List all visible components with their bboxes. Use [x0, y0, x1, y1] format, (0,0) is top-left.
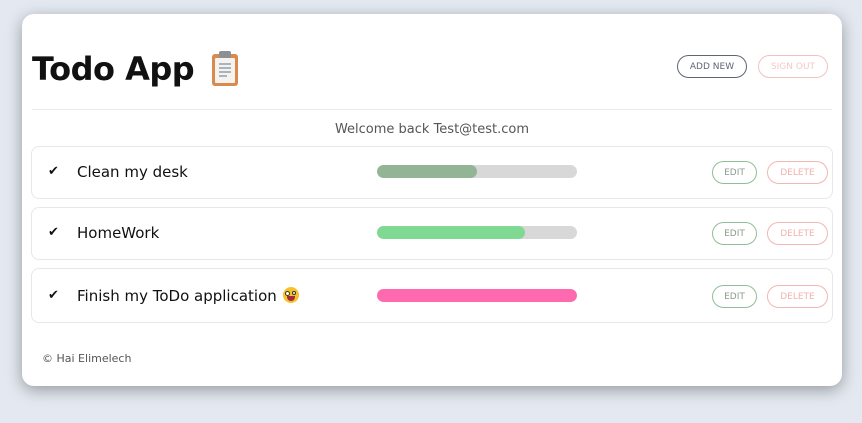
sign-out-button[interactable]: SIGN OUT: [758, 55, 828, 78]
progress-fill: [377, 226, 525, 239]
todo-actions: EDIT DELETE: [712, 222, 828, 245]
progress-bar: [377, 289, 577, 302]
add-new-button[interactable]: ADD NEW: [677, 55, 747, 78]
header: Todo App ADD NEW SIGN OUT: [32, 48, 830, 92]
todo-label: Clean my desk: [77, 163, 188, 181]
todo-label-group: Finish my ToDo application: [77, 287, 299, 305]
welcome-message: Welcome back Test@test.com: [334, 122, 530, 137]
edit-button[interactable]: EDIT: [712, 161, 757, 184]
clipboard-icon: [210, 51, 240, 87]
header-divider: [32, 109, 832, 110]
progress-fill: [377, 289, 577, 302]
progress-bar: [377, 226, 577, 239]
todo-item: ✔ HomeWork EDIT DELETE: [31, 207, 833, 260]
todo-actions: EDIT DELETE: [712, 161, 828, 184]
delete-button[interactable]: DELETE: [767, 161, 828, 184]
check-icon[interactable]: ✔: [48, 164, 59, 179]
delete-button[interactable]: DELETE: [767, 222, 828, 245]
todo-label: HomeWork: [77, 224, 160, 242]
page-title: Todo App: [32, 50, 195, 88]
zany-face-emoji-icon: [282, 287, 299, 303]
check-icon[interactable]: ✔: [48, 288, 59, 303]
progress-bar: [377, 165, 577, 178]
delete-button[interactable]: DELETE: [767, 285, 828, 308]
todo-item: ✔ Clean my desk EDIT DELETE: [31, 146, 833, 199]
progress-fill: [377, 165, 477, 178]
check-icon[interactable]: ✔: [48, 225, 59, 240]
todo-label: Finish my ToDo application: [77, 287, 277, 305]
header-actions: ADD NEW SIGN OUT: [677, 55, 828, 78]
app-card: Todo App ADD NEW SIGN OUT Welcome back T…: [22, 14, 842, 386]
title-group: Todo App: [32, 50, 240, 88]
footer-copyright: © Hai Elimelech: [42, 352, 132, 365]
todo-item: ✔ Finish my ToDo application EDIT DELETE: [31, 268, 833, 323]
todo-actions: EDIT DELETE: [712, 285, 828, 308]
edit-button[interactable]: EDIT: [712, 285, 757, 308]
edit-button[interactable]: EDIT: [712, 222, 757, 245]
